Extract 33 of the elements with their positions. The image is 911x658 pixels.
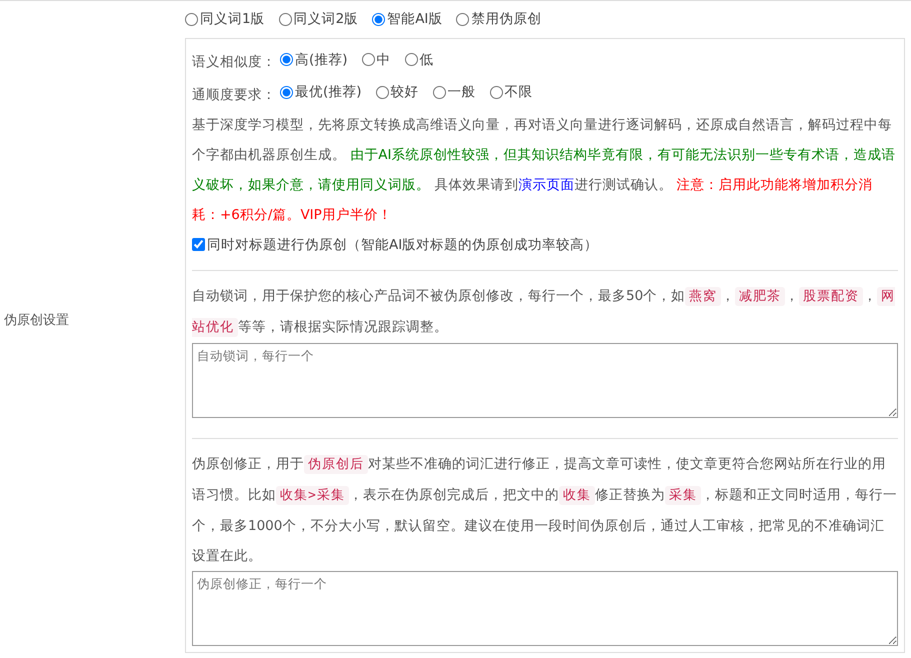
option-label[interactable]: 同义词2版 <box>294 9 358 30</box>
radio-button[interactable] <box>280 53 293 66</box>
radio-button[interactable] <box>456 12 470 26</box>
correction-field[interactable]: 伪原创修正，每行一个 <box>192 571 898 646</box>
lock-words-field[interactable]: 自动锁词，每行一个 <box>192 343 898 418</box>
option-label[interactable]: 高(推荐) <box>295 44 348 75</box>
field-label: 通顺度要求： <box>192 86 276 103</box>
option-label[interactable]: 低 <box>420 44 434 75</box>
option-label[interactable]: 同时对标题进行伪原创（智能AI版对标题的伪原创成功率较高） <box>207 230 598 260</box>
radio-button[interactable] <box>432 86 446 99</box>
option-label[interactable]: 一般 <box>448 77 476 108</box>
option-label[interactable]: 同义词1版 <box>200 9 265 30</box>
correction-description: 伪原创修正，用于 伪原创后 对某些不准确的词汇进行修正，提高文章可读性，使文章更符合您网站所在行业的用语习惯。比如 收集>采集 ，表示在伪原创完成后，把文中的 收集 修正替换为 采集 ，标题和正文同时适用，每行一个，最多1000个，不分大小写，默认留空。建议在使用一段时间伪原创后，通过人工审核，把常见的不准确词汇设置在此。 <box>192 454 898 566</box>
option-label[interactable]: 禁用伪原创 <box>471 9 542 30</box>
checkbox[interactable] <box>192 238 205 252</box>
lock-words-description: 自动锁词，用于保护您的核心产品词不被伪原创修改，每行一个，最多50个，如 燕窝 ， 减肥茶 ， 股票配资 ， 网站优化 等等，请根据实际情况跟踪调整。 <box>192 286 896 340</box>
radio-button[interactable] <box>362 53 375 66</box>
radio-button[interactable] <box>278 12 292 26</box>
radio-button[interactable] <box>372 12 386 26</box>
option-label[interactable]: 智能AI版 <box>387 9 442 30</box>
option-label[interactable]: 中 <box>376 44 391 75</box>
radio-button[interactable] <box>280 86 293 99</box>
radio-button[interactable] <box>490 86 503 99</box>
description-text: 基于深度学习模型，先将原文转换成高维语义向量，再对语义向量进行逐词解码，还原成自然语言，解码过程中每个字都由机器原创生成。 由于AI系统原创性较强，但其知识结构毕竟有限，有可能无法识别一些专有术语，造成语义破坏，如果介意，请使用同义词版。 具体效果请到演示页面进行测试确认。 注意：启用此功能将增加积分消耗：+6积分/篇。VIP用户半价！ <box>192 116 897 225</box>
option-label[interactable]: 较好 <box>390 77 419 108</box>
demo-link[interactable]: 演示页面 <box>518 176 574 193</box>
option-label[interactable]: 最优(推荐) <box>295 77 362 108</box>
option-label[interactable]: 不限 <box>504 77 533 108</box>
radio-button[interactable] <box>376 86 389 99</box>
field-label: 语义相似度： <box>192 54 276 70</box>
radio-button[interactable] <box>404 53 418 66</box>
radio-button[interactable] <box>185 12 198 26</box>
section-label: 伪原创设置 <box>4 313 69 328</box>
